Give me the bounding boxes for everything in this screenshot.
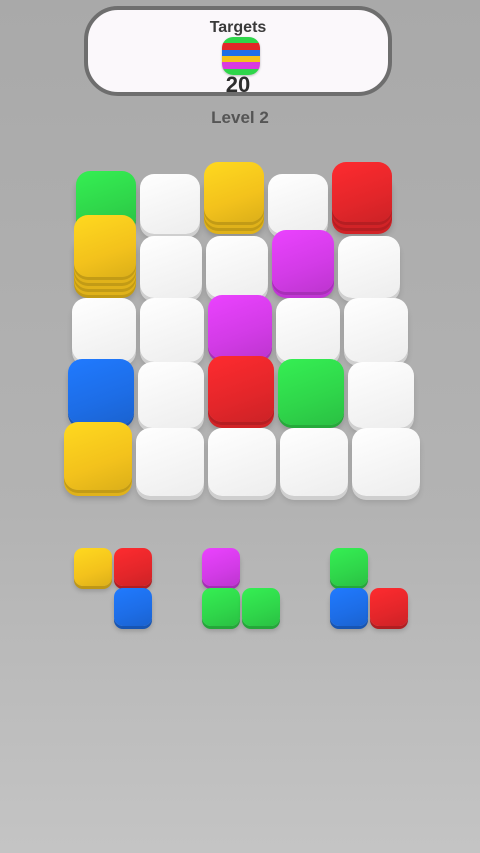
- empty-cell[interactable]: [138, 362, 204, 428]
- empty-cell[interactable]: [344, 298, 408, 362]
- tray-piece-3[interactable]: [330, 548, 408, 626]
- yellow-tile-stack: [204, 162, 264, 222]
- empty-cell[interactable]: [348, 362, 414, 428]
- empty-cell[interactable]: [72, 298, 136, 362]
- purple-tile-stack: [272, 230, 334, 292]
- empty-cell[interactable]: [140, 174, 200, 234]
- yellow-tile-stack: [64, 422, 132, 490]
- blue-tile-stack: [68, 359, 134, 425]
- yellow-tile-stack: [74, 215, 136, 277]
- game-board: [0, 0, 480, 520]
- empty-cell[interactable]: [140, 298, 204, 362]
- red-block: [370, 588, 408, 626]
- empty-cell[interactable]: [136, 428, 204, 496]
- purple-tile-stack: [208, 295, 272, 359]
- green-block: [202, 588, 240, 626]
- green-block: [242, 588, 280, 626]
- tray-piece-2[interactable]: [202, 548, 280, 626]
- red-tile-stack: [332, 162, 392, 222]
- red-block: [114, 548, 152, 586]
- empty-cell[interactable]: [338, 236, 400, 298]
- green-block: [330, 548, 368, 586]
- blue-block: [330, 588, 368, 626]
- empty-cell[interactable]: [280, 428, 348, 496]
- tray-piece-1[interactable]: [74, 548, 152, 626]
- empty-cell[interactable]: [352, 428, 420, 496]
- empty-cell[interactable]: [206, 236, 268, 298]
- blue-block: [114, 588, 152, 626]
- empty-cell[interactable]: [268, 174, 328, 234]
- empty-cell[interactable]: [276, 298, 340, 362]
- purple-block: [202, 548, 240, 586]
- empty-cell[interactable]: [208, 428, 276, 496]
- red-tile-stack: [208, 356, 274, 422]
- yellow-block: [74, 548, 112, 586]
- green-tile-stack: [278, 359, 344, 425]
- empty-cell[interactable]: [140, 236, 202, 298]
